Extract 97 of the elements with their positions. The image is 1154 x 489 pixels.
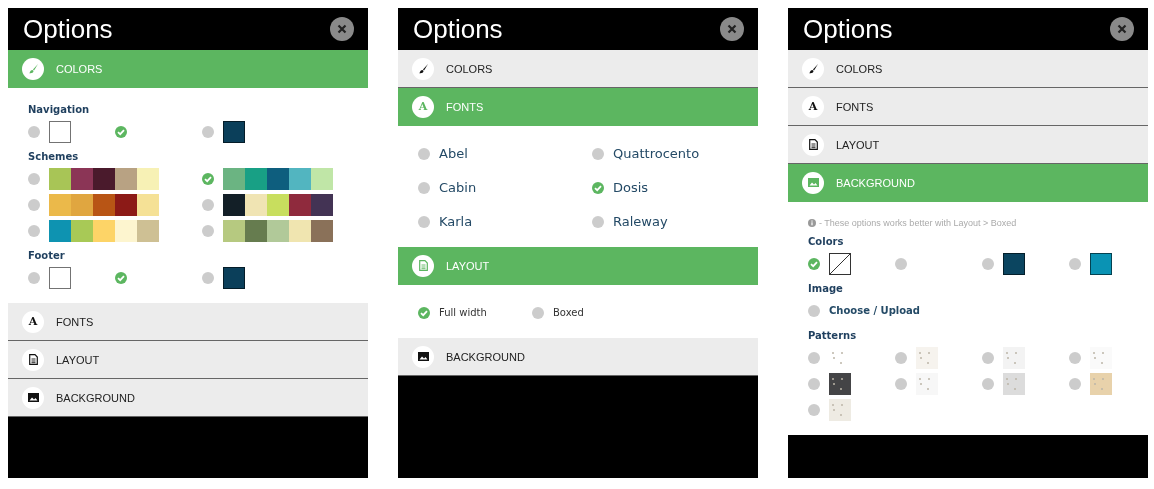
color-swatch[interactable] bbox=[223, 266, 245, 289]
font-option[interactable]: Cabin bbox=[439, 180, 477, 195]
radio-button[interactable] bbox=[982, 257, 994, 270]
radio-button[interactable] bbox=[28, 172, 40, 185]
checked-radio[interactable] bbox=[592, 181, 604, 194]
radio-button[interactable] bbox=[418, 215, 430, 228]
radio-button[interactable] bbox=[592, 215, 604, 228]
section-header[interactable]: COLORS bbox=[788, 50, 1148, 88]
radio-button[interactable] bbox=[1069, 257, 1081, 270]
font-option[interactable]: Karla bbox=[439, 214, 473, 229]
font-option[interactable]: Dosis bbox=[613, 180, 649, 195]
pattern-swatch[interactable] bbox=[916, 372, 938, 395]
close-button[interactable] bbox=[330, 17, 354, 41]
checked-radio[interactable] bbox=[808, 257, 820, 270]
color-swatch[interactable] bbox=[1090, 252, 1112, 275]
radio-button[interactable] bbox=[982, 351, 994, 364]
font-icon: A bbox=[412, 95, 434, 118]
checked-radio[interactable] bbox=[115, 271, 127, 284]
color-swatch[interactable] bbox=[1003, 252, 1025, 275]
document-icon bbox=[418, 260, 428, 271]
font-icon: A bbox=[22, 310, 44, 333]
radio-button[interactable] bbox=[532, 306, 544, 319]
radio-button[interactable] bbox=[895, 377, 907, 390]
document-icon bbox=[808, 139, 818, 150]
group-heading: Footer bbox=[28, 250, 66, 261]
radio-button[interactable] bbox=[1069, 377, 1081, 390]
radio-button[interactable] bbox=[202, 198, 214, 211]
color-swatch[interactable] bbox=[223, 120, 245, 143]
close-icon bbox=[1117, 24, 1127, 34]
color-scheme[interactable] bbox=[49, 219, 159, 242]
pattern-swatch[interactable] bbox=[1003, 372, 1025, 395]
radio-button[interactable] bbox=[418, 147, 430, 160]
group-heading: Patterns bbox=[808, 330, 858, 341]
close-button[interactable] bbox=[1110, 17, 1134, 41]
group-heading: Colors bbox=[808, 236, 845, 247]
panel-title: Options bbox=[803, 13, 893, 45]
radio-button[interactable] bbox=[808, 351, 820, 364]
radio-button[interactable] bbox=[1069, 351, 1081, 364]
info-icon bbox=[808, 219, 816, 227]
radio-button[interactable] bbox=[28, 224, 40, 237]
image-icon bbox=[27, 393, 39, 402]
panel-title: Options bbox=[413, 13, 503, 45]
group-heading: Navigation bbox=[28, 104, 91, 115]
pattern-swatch[interactable] bbox=[1003, 346, 1025, 369]
pattern-swatch[interactable] bbox=[916, 346, 938, 369]
section-header[interactable]: A FONTS bbox=[8, 303, 368, 341]
radio-button[interactable] bbox=[28, 198, 40, 211]
font-option[interactable]: Abel bbox=[439, 146, 468, 161]
section-header[interactable]: LAYOUT bbox=[788, 126, 1148, 164]
radio-button[interactable] bbox=[202, 224, 214, 237]
group-heading: Image bbox=[808, 283, 844, 294]
layout-option[interactable]: Full width bbox=[439, 307, 487, 318]
pattern-swatch[interactable] bbox=[829, 372, 851, 395]
color-swatch[interactable] bbox=[49, 266, 71, 289]
font-option[interactable]: Quattrocento bbox=[613, 146, 700, 161]
radio-button[interactable] bbox=[592, 147, 604, 160]
upload-link[interactable]: Choose / Upload bbox=[829, 305, 921, 316]
radio-button[interactable] bbox=[895, 351, 907, 364]
color-scheme[interactable] bbox=[223, 193, 333, 216]
font-option[interactable]: Raleway bbox=[613, 214, 668, 229]
radio-button[interactable] bbox=[202, 125, 214, 138]
hint-text: - These options works better with Layout > Boxed bbox=[819, 218, 1017, 228]
radio-button[interactable] bbox=[808, 403, 820, 416]
panel-title: Options bbox=[23, 13, 113, 45]
checked-radio[interactable] bbox=[418, 306, 430, 319]
color-scheme[interactable] bbox=[49, 193, 159, 216]
color-scheme[interactable] bbox=[49, 167, 159, 190]
color-scheme[interactable] bbox=[223, 219, 333, 242]
image-icon bbox=[807, 178, 819, 187]
font-icon: A bbox=[802, 95, 824, 118]
radio-button[interactable] bbox=[895, 257, 907, 270]
radio-button[interactable] bbox=[28, 125, 40, 138]
checked-radio[interactable] bbox=[202, 172, 214, 185]
pattern-swatch[interactable] bbox=[829, 398, 851, 421]
section-header[interactable]: A FONTS bbox=[788, 88, 1148, 126]
section-header[interactable]: BACKGROUND bbox=[8, 379, 368, 417]
checked-radio[interactable] bbox=[115, 125, 127, 138]
pattern-swatch[interactable] bbox=[1090, 372, 1112, 395]
radio-button[interactable] bbox=[418, 181, 430, 194]
layout-option[interactable]: Boxed bbox=[553, 307, 584, 318]
section-header[interactable]: BACKGROUND bbox=[398, 338, 758, 376]
close-button[interactable] bbox=[720, 17, 744, 41]
document-icon bbox=[28, 354, 38, 365]
radio-button[interactable] bbox=[808, 377, 820, 390]
color-scheme[interactable] bbox=[223, 167, 333, 190]
section-header[interactable]: COLORS bbox=[398, 50, 758, 88]
group-heading: Schemes bbox=[28, 151, 80, 162]
color-swatch[interactable] bbox=[49, 120, 71, 143]
radio-button[interactable] bbox=[982, 377, 994, 390]
radio-button[interactable] bbox=[202, 271, 214, 284]
section-header[interactable]: LAYOUT bbox=[8, 341, 368, 379]
radio-button[interactable] bbox=[808, 304, 820, 317]
transparent-swatch[interactable] bbox=[829, 252, 851, 275]
image-icon bbox=[417, 352, 429, 361]
close-icon bbox=[727, 24, 737, 34]
radio-button[interactable] bbox=[28, 271, 40, 284]
close-icon bbox=[337, 24, 347, 34]
